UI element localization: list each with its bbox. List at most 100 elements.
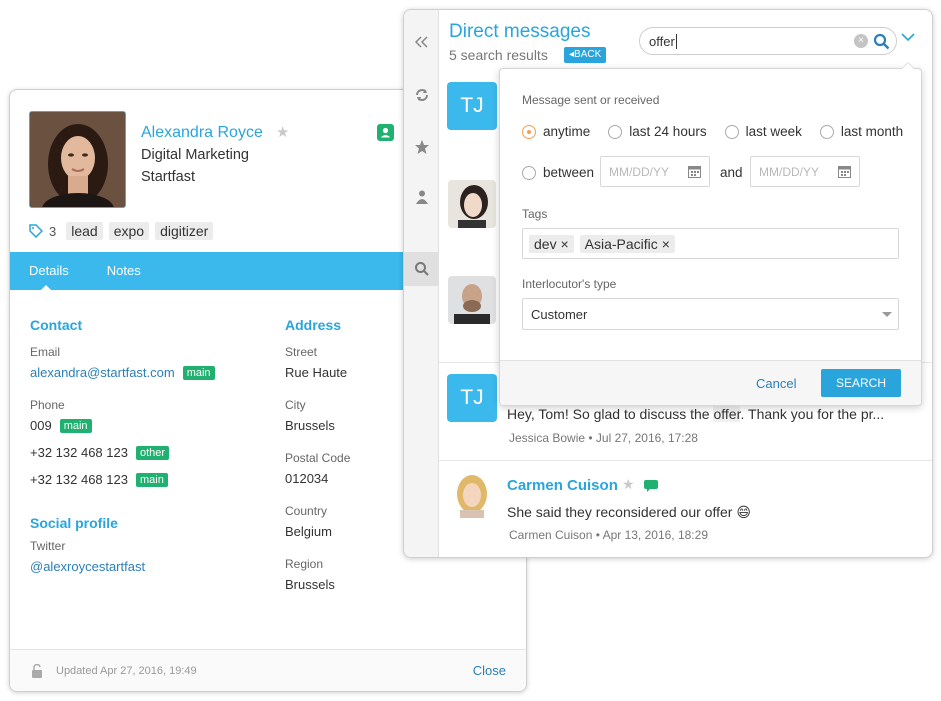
select-value: Customer	[531, 306, 588, 322]
address-section-title: Address	[285, 317, 342, 333]
radio-label: between	[543, 165, 595, 180]
remove-tag-icon[interactable]: ×	[662, 236, 670, 252]
radio-button[interactable]	[522, 124, 536, 139]
interlocutor-type-label: Interlocutor's type	[522, 277, 617, 291]
radio-button[interactable]	[819, 124, 834, 139]
search-field[interactable]: offer ×	[639, 27, 897, 55]
card-footer: Updated Apr 27, 2016, 19:49 Close	[10, 649, 526, 691]
message-avatar[interactable]	[448, 180, 496, 228]
twitter-link[interactable]: @alexroycestartfast	[30, 559, 215, 574]
search-submit-button[interactable]: SEARCH	[821, 369, 901, 397]
contact-type-icon	[377, 124, 394, 141]
tags-input[interactable]: dev × Asia-Pacific ×	[522, 228, 899, 259]
back-label: BACK	[574, 49, 602, 60]
phone-row: +32 132 468 123 main	[30, 472, 215, 487]
side-rail	[404, 10, 439, 557]
contacts-icon[interactable]	[404, 180, 439, 214]
city-value: Brussels	[285, 418, 335, 433]
radio-button[interactable]	[522, 165, 536, 180]
phone-number[interactable]: +32 132 468 123	[30, 472, 128, 487]
unlock-icon[interactable]	[30, 663, 44, 678]
phone-number[interactable]: +32 132 468 123	[30, 445, 128, 460]
radio-between[interactable]: between	[522, 165, 594, 180]
search-input[interactable]: offer	[649, 34, 675, 49]
radio-anytime[interactable]: anytime	[522, 124, 590, 139]
message-avatar[interactable]: TJ	[447, 82, 497, 130]
search-results-count: 5 search results	[449, 47, 548, 63]
tag-icon	[29, 224, 43, 238]
radio-label: last week	[745, 124, 802, 139]
tag-chip[interactable]: digitizer	[155, 222, 214, 240]
message-text: Hey, Tom! So glad to discuss the	[507, 406, 714, 422]
tab-notes[interactable]: Notes	[88, 252, 160, 290]
tag-label: Asia-Pacific	[584, 235, 658, 252]
date-filter-label: Message sent or received	[522, 93, 660, 107]
search-rail-icon[interactable]	[404, 252, 439, 286]
radio-label: last month	[840, 124, 904, 139]
email-link[interactable]: alexandra@startfast.com	[30, 365, 175, 380]
search-filter-popover: Message sent or received anytime last 24…	[499, 62, 922, 406]
social-section-title: Social profile	[30, 515, 118, 531]
calendar-icon[interactable]	[838, 165, 851, 178]
collapse-icon[interactable]	[404, 25, 439, 59]
search-icon[interactable]	[873, 33, 890, 50]
radio-last-24-hours[interactable]: last 24 hours	[608, 124, 707, 139]
address-column: Address Street Rue Haute City Brussels P…	[285, 317, 350, 610]
cancel-button[interactable]: Cancel	[756, 376, 796, 391]
calendar-icon[interactable]	[688, 165, 701, 178]
radio-last-week[interactable]: last week	[724, 124, 802, 139]
close-button[interactable]: Close	[473, 663, 506, 678]
street-label: Street	[285, 345, 318, 359]
postal-value: 012034	[285, 471, 329, 486]
clear-icon[interactable]: ×	[854, 34, 868, 48]
email-badge: main	[182, 365, 215, 380]
contact-job-title: Digital Marketing	[141, 147, 249, 163]
tag-chip: Asia-Pacific ×	[579, 234, 675, 253]
country-value: Belgium	[285, 524, 332, 539]
date-radio-group: anytime last 24 hours last week last mon…	[522, 124, 903, 139]
tab-details[interactable]: Details	[10, 252, 88, 291]
phone-badge: main	[135, 472, 168, 487]
refresh-icon[interactable]	[404, 78, 439, 112]
tag-chip[interactable]: expo	[108, 222, 150, 240]
favorite-star-icon[interactable]: ★	[276, 123, 289, 141]
updated-timestamp: Updated Apr 27, 2016, 19:49	[56, 664, 197, 677]
region-label: Region	[285, 557, 324, 571]
interlocutor-type-select[interactable]: Customer	[522, 298, 899, 330]
phone-row: +32 132 468 123 other	[30, 445, 215, 460]
phone-number[interactable]: 009	[30, 418, 52, 433]
back-button[interactable]: ◂BACK	[564, 47, 607, 63]
tag-chip: dev ×	[529, 234, 574, 253]
twitter-label: Twitter	[30, 539, 66, 553]
dropdown-caret-icon[interactable]	[882, 312, 892, 317]
tag-count: 3	[49, 223, 57, 239]
favorite-star-icon[interactable]: ★	[622, 476, 635, 493]
message-avatar[interactable]: TJ	[447, 374, 497, 422]
radio-last-month[interactable]: last month	[819, 124, 904, 139]
postal-label: Postal Code	[285, 451, 351, 465]
panel-title: Direct messages	[449, 21, 591, 42]
message-preview[interactable]: She said they reconsidered our offer 😄	[507, 504, 751, 521]
phone-badge: main	[59, 418, 92, 433]
star-icon[interactable]	[404, 130, 439, 164]
tag-chip[interactable]: lead	[66, 222, 103, 240]
phone-badge: other	[135, 445, 170, 460]
message-meta: Jessica Bowie • Jul 27, 2016, 17:28	[509, 431, 698, 445]
message-preview[interactable]: Hey, Tom! So glad to discuss the offer. …	[507, 406, 884, 422]
phone-row: 009 main	[30, 418, 215, 433]
message-avatar[interactable]	[448, 470, 496, 518]
chat-icon	[644, 480, 658, 492]
contact-avatar	[29, 111, 126, 208]
radio-button[interactable]	[608, 124, 623, 139]
message-avatar[interactable]	[448, 276, 496, 324]
phone-label: Phone	[30, 398, 65, 412]
chevron-down-icon[interactable]	[901, 32, 915, 42]
remove-tag-icon[interactable]: ×	[560, 236, 568, 252]
country-label: Country	[285, 504, 328, 518]
message-sender[interactable]: Carmen Cuison	[507, 477, 618, 494]
email-label: Email	[30, 345, 61, 359]
contact-name: Alexandra Royce	[141, 124, 263, 141]
radio-button[interactable]	[724, 124, 739, 139]
date-from-input[interactable]: MM/DD/YY	[600, 156, 710, 187]
date-to-input[interactable]: MM/DD/YY	[750, 156, 860, 187]
